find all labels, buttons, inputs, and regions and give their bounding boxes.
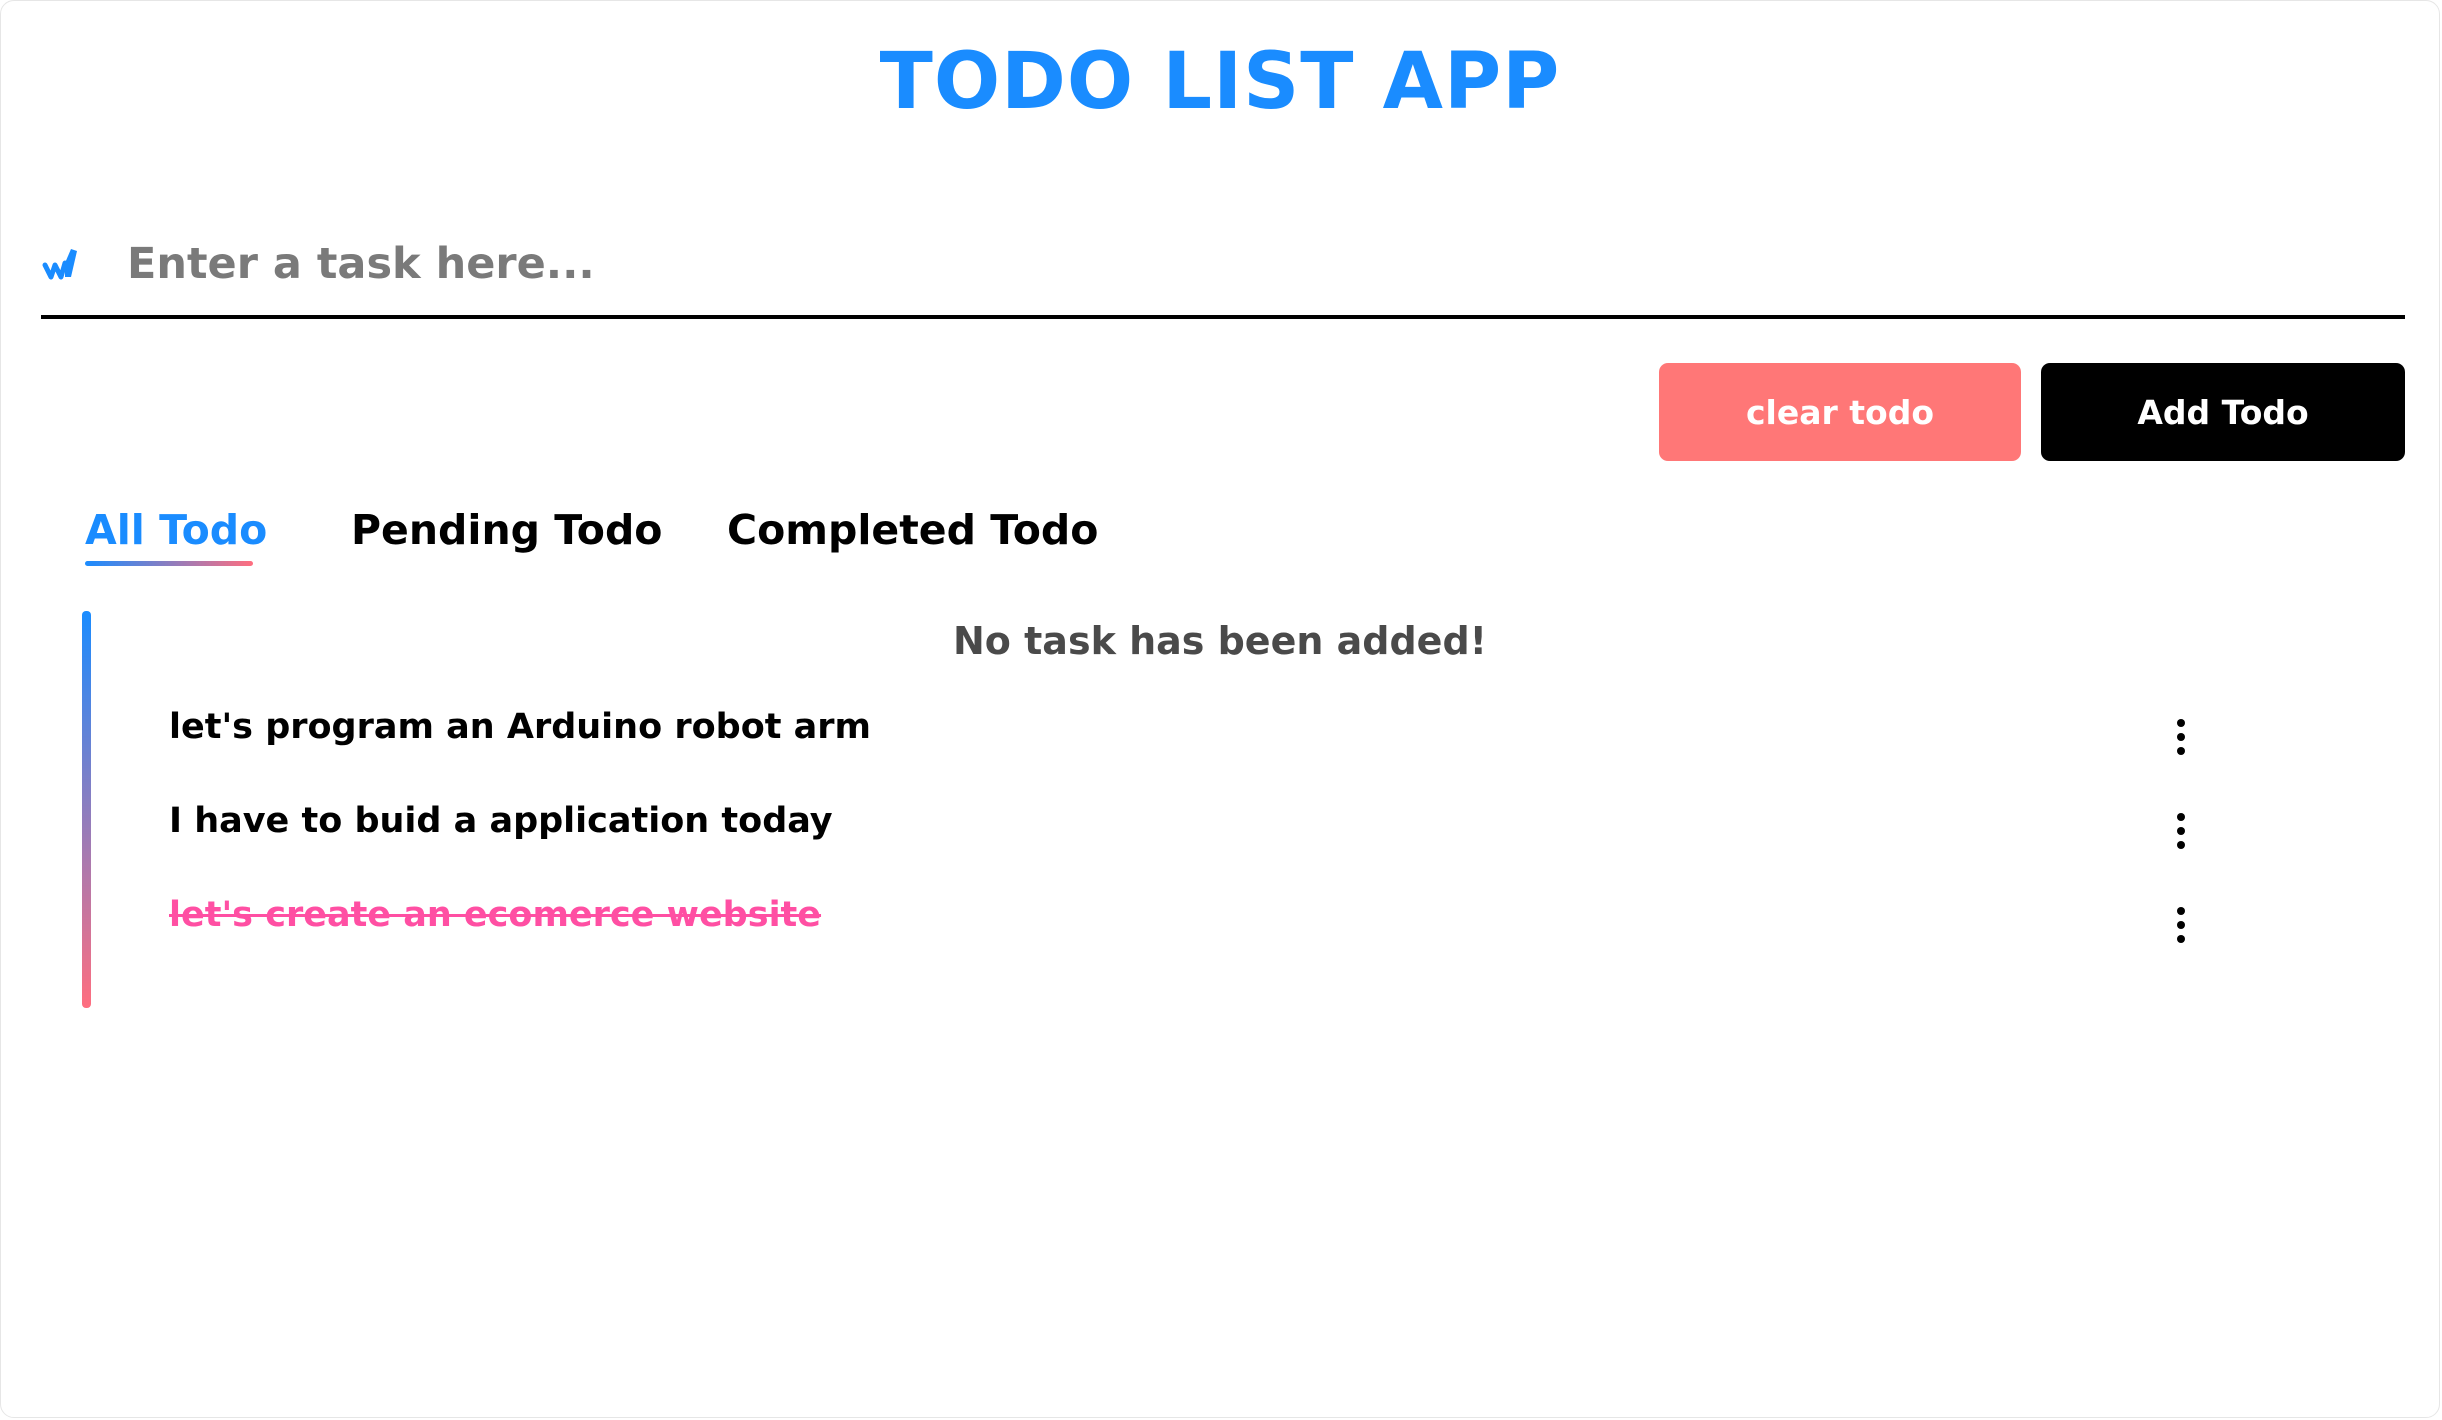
more-options-icon[interactable] — [2169, 901, 2193, 951]
more-options-icon[interactable] — [2169, 713, 2193, 763]
todo-list-accent-bar — [82, 611, 91, 1008]
todo-item-completed[interactable]: let's create an ecomerce website — [169, 887, 2229, 967]
todo-text: I have to buid a application today — [169, 801, 833, 841]
task-input[interactable] — [127, 229, 2387, 299]
active-tab-underline — [85, 561, 253, 566]
app-container: TODO LIST APP clear todo Add Todo All To… — [0, 0, 2440, 1418]
tab-pending-todo[interactable]: Pending Todo — [351, 499, 662, 561]
clear-todo-button[interactable]: clear todo — [1659, 363, 2021, 461]
todo-text: let's program an Arduino robot arm — [169, 707, 871, 747]
add-todo-button[interactable]: Add Todo — [2041, 363, 2405, 461]
todo-item[interactable]: I have to buid a application today — [169, 793, 2229, 873]
app-title: TODO LIST APP — [879, 37, 1561, 127]
empty-message: No task has been added! — [953, 619, 1487, 663]
task-input-row — [41, 219, 2405, 319]
todo-text: let's create an ecomerce website — [169, 895, 822, 935]
more-options-icon[interactable] — [2169, 807, 2193, 857]
todo-item[interactable]: let's program an Arduino robot arm — [169, 699, 2229, 779]
tab-all-todo[interactable]: All Todo — [85, 499, 267, 561]
pen-icon — [42, 249, 77, 280]
tab-completed-todo[interactable]: Completed Todo — [727, 499, 1098, 561]
